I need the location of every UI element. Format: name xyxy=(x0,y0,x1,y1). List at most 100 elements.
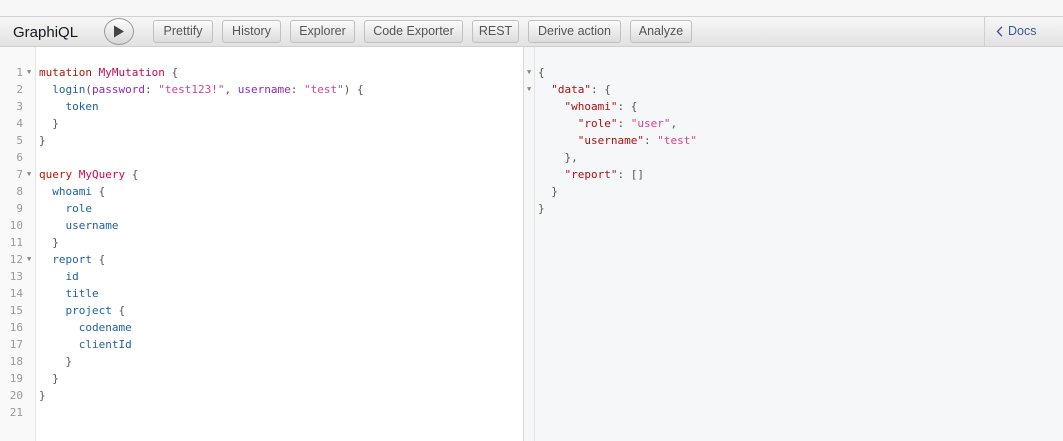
editor-line: 8 whoami { xyxy=(0,183,520,200)
line-number: 9 xyxy=(16,202,23,215)
docs-label: Docs xyxy=(1008,24,1037,38)
line-number: 16 xyxy=(9,321,23,334)
editor-code: query MyQuery { xyxy=(39,166,138,183)
editor-code: title xyxy=(39,285,99,302)
result-line: } xyxy=(535,183,1055,200)
fold-arrow-icon[interactable]: ▼ xyxy=(527,81,531,98)
editor-code: project { xyxy=(39,302,126,319)
line-number: 19 xyxy=(9,372,23,385)
editor-token: : xyxy=(144,83,159,96)
line-number: 21 xyxy=(9,406,23,419)
line-number: 6 xyxy=(16,151,23,164)
editor-token: role xyxy=(65,202,93,215)
line-number: 20 xyxy=(9,389,23,402)
code-exporter-button[interactable]: Code Exporter xyxy=(364,20,463,43)
editor-token: username xyxy=(237,83,291,96)
editor-token: token xyxy=(65,100,99,113)
editor-line: 5} xyxy=(0,132,520,149)
derive-action-button[interactable]: Derive action xyxy=(528,20,621,43)
line-number: 4 xyxy=(16,117,23,130)
editor-code: } xyxy=(39,370,59,387)
editor-line: 21 xyxy=(0,404,520,421)
prettify-button[interactable]: Prettify xyxy=(153,20,213,43)
editor-token: MyQuery xyxy=(78,168,126,181)
result-token: : xyxy=(617,117,631,130)
editor-line: 11 } xyxy=(0,234,520,251)
editor-code: login(password: "test123!", username: "t… xyxy=(39,81,364,98)
result-token: : { xyxy=(591,83,611,96)
result-token xyxy=(538,134,578,147)
history-button[interactable]: History xyxy=(222,20,281,43)
editor-line: 9 role xyxy=(0,200,520,217)
result-token: }, xyxy=(538,151,578,164)
line-number: 2 xyxy=(16,83,23,96)
editor-line: 7 ▼ query MyQuery { xyxy=(0,166,520,183)
editor-token: clientId xyxy=(78,338,132,351)
editor-line: 17 clientId xyxy=(0,336,520,353)
explorer-button[interactable]: Explorer xyxy=(290,20,355,43)
result-token: "report" xyxy=(564,168,618,181)
execute-query-button[interactable] xyxy=(104,18,134,45)
editor-code: clientId xyxy=(39,336,132,353)
editor-token: } xyxy=(39,355,73,368)
result-code: } xyxy=(538,200,545,217)
editor-code: id xyxy=(39,268,79,285)
editor-token xyxy=(39,321,79,334)
result-code: "whoami": { xyxy=(538,98,638,115)
line-number: 7 xyxy=(16,168,23,181)
editor-token: codename xyxy=(78,321,132,334)
line-number: 15 xyxy=(9,304,23,317)
editor-token: report xyxy=(52,253,92,266)
editor-line: 13 id xyxy=(0,268,520,285)
line-number: 3 xyxy=(16,100,23,113)
result-token: { xyxy=(538,66,545,79)
result-token xyxy=(538,117,578,130)
editor-token: whoami xyxy=(52,185,92,198)
play-icon xyxy=(114,25,124,38)
fold-arrow-icon[interactable]: ▼ xyxy=(27,166,31,183)
editor-line: 19 } xyxy=(0,370,520,387)
result-code: }, xyxy=(538,149,578,166)
result-token xyxy=(538,100,565,113)
result-token: "role" xyxy=(577,117,618,130)
editor-code: } xyxy=(39,132,46,149)
result-token: "whoami" xyxy=(564,100,618,113)
fold-arrow-icon[interactable]: ▼ xyxy=(527,64,531,81)
line-number: 17 xyxy=(9,338,23,351)
query-editor[interactable]: 1 ▼ mutation MyMutation { 2 login(password:… xyxy=(0,47,523,441)
editor-token: } xyxy=(39,372,59,385)
editor-code: token xyxy=(39,98,99,115)
result-line: }, xyxy=(535,149,1055,166)
result-code: } xyxy=(538,183,558,200)
line-number: 10 xyxy=(9,219,23,232)
rest-button[interactable]: REST xyxy=(472,20,519,43)
result-line: "report": [] xyxy=(535,166,1055,183)
result-token xyxy=(538,83,551,96)
editor-line: 1 ▼ mutation MyMutation { xyxy=(0,64,520,81)
pane-divider-handle[interactable] xyxy=(523,47,535,441)
result-token: , xyxy=(670,117,678,130)
result-token: } xyxy=(538,185,558,198)
editor-token: ) { xyxy=(343,83,364,96)
docs-button[interactable]: Docs xyxy=(996,24,1036,38)
app-title: GraphiQL xyxy=(13,24,79,41)
editor-line: 20} xyxy=(0,387,520,404)
editor-token: project xyxy=(65,304,112,317)
result-line: "whoami": { xyxy=(535,98,1055,115)
editor-token: , xyxy=(224,83,238,96)
result-line: ▼ "data": { xyxy=(527,81,1055,98)
editor-token: "test" xyxy=(303,83,344,96)
editor-token: { xyxy=(92,253,106,266)
result-code: "data": { xyxy=(538,81,611,98)
editor-line: 4 } xyxy=(0,115,520,132)
editor-line: 12 ▼ report { xyxy=(0,251,520,268)
line-number: 12 xyxy=(9,253,23,266)
result-line: "role": "user", xyxy=(535,115,1055,132)
line-number: 11 xyxy=(9,236,23,249)
fold-arrow-icon[interactable]: ▼ xyxy=(27,64,31,81)
editor-token: } xyxy=(39,134,46,147)
editor-code: whoami { xyxy=(39,183,105,200)
fold-arrow-icon[interactable]: ▼ xyxy=(27,251,31,268)
analyze-button[interactable]: Analyze xyxy=(630,20,692,43)
editor-token: MyMutation xyxy=(98,66,165,79)
